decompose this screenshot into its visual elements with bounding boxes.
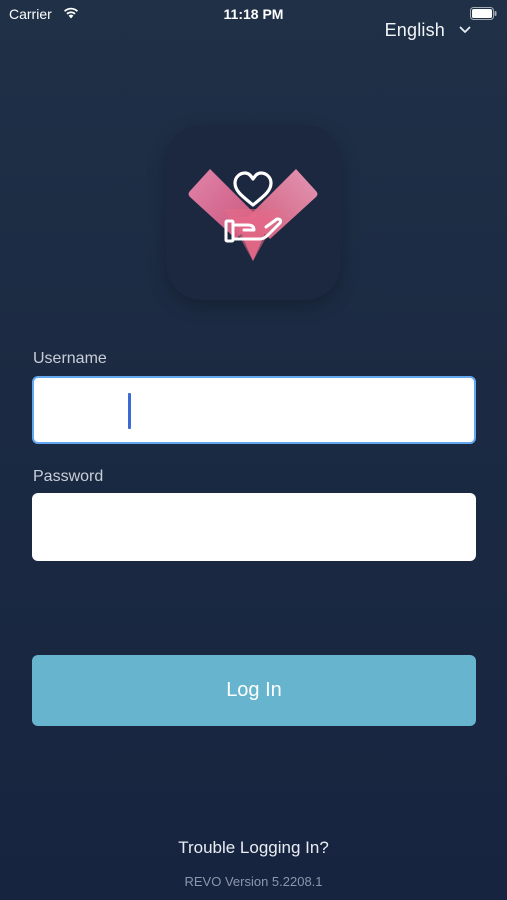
trouble-logging-in-link[interactable]: Trouble Logging In? [0,838,507,858]
username-input[interactable] [32,376,476,444]
text-caret [128,393,131,429]
version-label: REVO Version 5.2208.1 [184,874,323,889]
chevron-down-icon [459,26,471,33]
language-label: English [384,19,445,40]
username-label: Username [33,350,107,367]
login-button-label: Log In [226,679,282,701]
language-selector[interactable]: English [385,18,471,42]
password-input[interactable] [32,493,476,561]
battery-icon [470,7,497,20]
login-button[interactable]: Log In [32,655,476,726]
heart-hand-logo-icon [188,169,318,261]
password-label: Password [33,468,104,485]
app-logo [166,125,341,300]
